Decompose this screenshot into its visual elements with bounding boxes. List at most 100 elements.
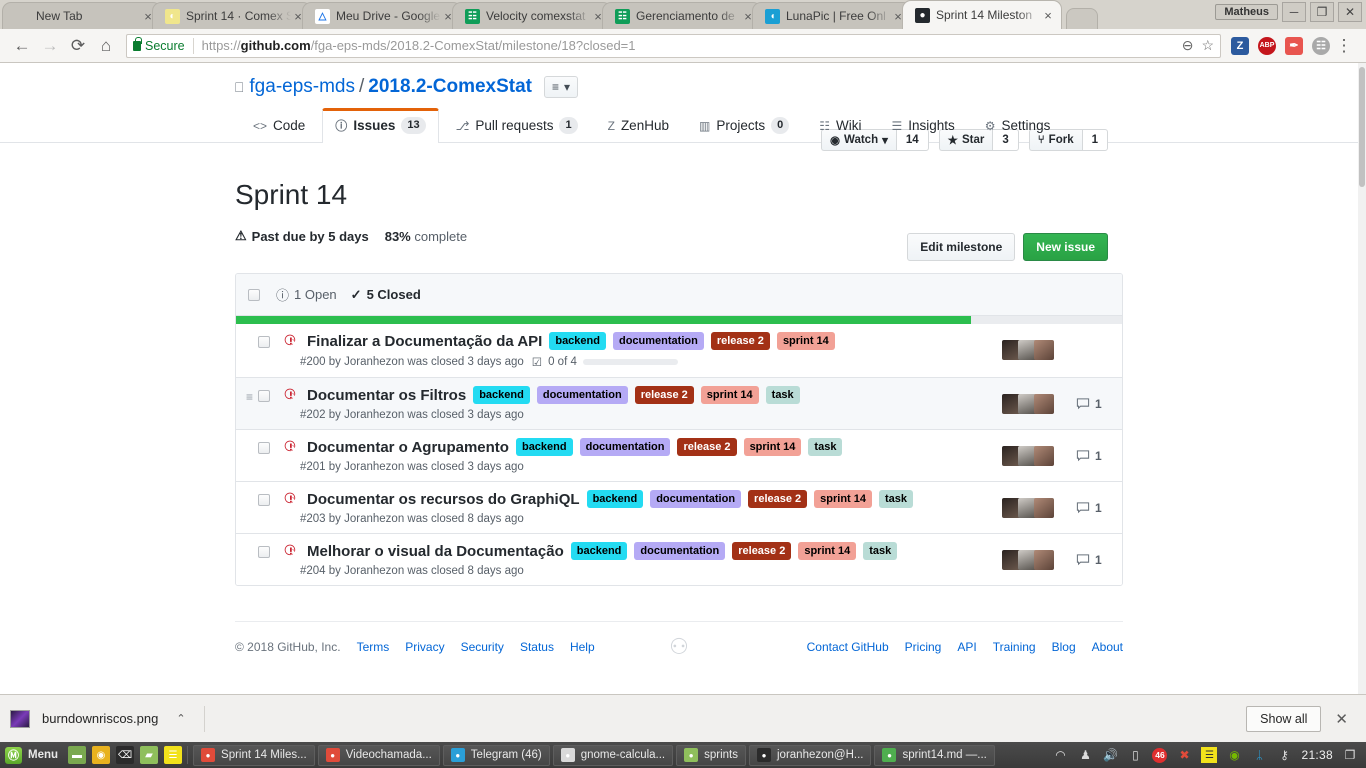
browser-tab[interactable]: ◐ Sprint 14 · Comex S × (152, 2, 312, 29)
nvidia-icon[interactable]: ◉ (1226, 747, 1242, 763)
user-icon[interactable]: ♟ (1077, 747, 1093, 763)
taskbar-window-button[interactable]: ● Telegram (46) (442, 744, 550, 766)
maximize-button[interactable]: ❐ (1310, 2, 1334, 22)
issue-label[interactable]: task (765, 386, 800, 404)
issue-label[interactable]: task (808, 438, 843, 456)
text-editor-icon[interactable]: ☰ (164, 746, 183, 764)
tab-projects[interactable]: ▥ Projects 0 (686, 108, 802, 143)
footer-link-contact-github[interactable]: Contact GitHub (807, 640, 889, 654)
close-download-bar-icon[interactable]: ✕ (1335, 710, 1356, 728)
issue-label[interactable]: backend (515, 438, 573, 456)
fork-count[interactable]: 1 (1081, 129, 1108, 151)
tab-issues[interactable]: ⓘ Issues 13 (322, 108, 439, 143)
taskbar-window-button[interactable]: ● gnome-calcula... (552, 744, 674, 766)
footer-link-terms[interactable]: Terms (357, 640, 390, 654)
issue-label[interactable]: sprint 14 (814, 490, 873, 508)
issue-title-link[interactable]: Documentar os recursos do GraphiQL (307, 491, 580, 508)
issue-comment-count[interactable]: 1 (1076, 449, 1110, 463)
issue-comment-count[interactable]: 1 (1076, 553, 1110, 567)
tab-zenhub[interactable]: Z ZenHub (595, 108, 682, 143)
issue-label[interactable]: release 2 (677, 438, 737, 456)
scrollbar-thumb[interactable] (1359, 67, 1365, 187)
avatar[interactable] (1034, 340, 1054, 360)
avatar[interactable] (1034, 446, 1054, 466)
avatar[interactable] (1034, 498, 1054, 518)
browser-tab[interactable]: △ Meu Drive - Google × (302, 2, 462, 29)
home-button[interactable]: ⌂ (92, 32, 120, 60)
taskbar-window-button[interactable]: ● sprint14.md —... (874, 744, 995, 766)
drag-handle-icon[interactable]: ≡ (246, 386, 258, 404)
tab-insights[interactable]: ☰ Insights (878, 108, 967, 143)
issue-row[interactable]: ≡Documentar o Agrupamentobackenddocument… (236, 430, 1122, 482)
issue-label[interactable]: task (863, 542, 898, 560)
workspace-switcher-icon[interactable]: ❐ (1342, 747, 1358, 763)
issue-checkbox[interactable] (258, 336, 270, 348)
zenhub-extension-icon[interactable]: Z (1231, 36, 1249, 55)
avatar[interactable] (1034, 394, 1054, 414)
tab-wiki[interactable]: ☷ Wiki (806, 108, 874, 143)
browser-tab[interactable]: ◖ LunaPic | Free Onl × (752, 2, 912, 29)
issue-title-link[interactable]: Finalizar a Documentação da API (307, 333, 542, 350)
adblock-plus-icon[interactable]: ABP (1258, 36, 1276, 55)
issue-title-link[interactable]: Documentar os Filtros (307, 387, 466, 404)
footer-link-blog[interactable]: Blog (1052, 640, 1076, 654)
battery-icon[interactable]: ▯ (1127, 747, 1143, 763)
issue-label[interactable]: task (879, 490, 914, 508)
start-menu-button[interactable]: Ⓜ Menu (2, 746, 66, 764)
new-tab-button[interactable] (1066, 8, 1098, 29)
footer-link-privacy[interactable]: Privacy (405, 640, 444, 654)
repo-menu-button[interactable]: ≡ ▾ (544, 76, 579, 98)
address-bar[interactable]: Secure https://github.com/fga-eps-mds/20… (126, 33, 1221, 58)
repo-name-link[interactable]: 2018.2-ComexStat (368, 76, 532, 98)
forward-button[interactable]: → (36, 32, 64, 60)
open-issues-filter[interactable]: ⓘ 1 Open (276, 285, 337, 304)
tab-pull-requests[interactable]: ⎇ Pull requests 1 (443, 108, 591, 143)
closed-issues-filter[interactable]: ✓ 5 Closed (351, 287, 421, 303)
issue-checkbox[interactable] (258, 546, 270, 558)
browser-tab[interactable]: ☷ Gerenciamento de × (602, 2, 762, 29)
grey-extension-icon[interactable]: ☷ (1312, 36, 1330, 55)
notes-icon[interactable]: ☰ (1201, 747, 1218, 763)
issue-label[interactable]: backend (549, 332, 606, 350)
notification-count-badge[interactable]: 46 (1152, 747, 1168, 763)
colorzilla-icon[interactable]: ✒ (1285, 36, 1303, 55)
wifi-icon[interactable]: ◠ (1052, 747, 1068, 763)
issue-label[interactable]: release 2 (710, 332, 770, 350)
close-window-button[interactable]: ✕ (1338, 2, 1362, 22)
download-item[interactable]: burndownriscos.png ⌃ (10, 709, 186, 728)
chevron-up-icon[interactable]: ⌃ (176, 712, 185, 725)
issue-label[interactable]: sprint 14 (700, 386, 759, 404)
issue-row[interactable]: ≡Documentar os recursos do GraphiQLbacke… (236, 482, 1122, 534)
issue-checkbox[interactable] (258, 442, 270, 454)
browser-tab[interactable]: ● Sprint 14 Mileston × (902, 0, 1062, 29)
issue-checkbox[interactable] (258, 390, 270, 402)
show-desktop-icon[interactable]: ▬ (68, 746, 87, 764)
browser-tab[interactable]: New Tab × (2, 2, 162, 29)
assignee-avatars[interactable] (1002, 340, 1054, 360)
repo-owner-link[interactable]: fga-eps-mds (249, 76, 355, 98)
browser-tab[interactable]: ☷ Velocity comexstat × (452, 2, 612, 29)
footer-link-security[interactable]: Security (461, 640, 504, 654)
issue-label[interactable]: backend (473, 386, 530, 404)
footer-link-pricing[interactable]: Pricing (905, 640, 942, 654)
footer-link-training[interactable]: Training (993, 640, 1036, 654)
close-tab-icon[interactable]: × (1041, 8, 1055, 23)
issue-row[interactable]: ≡Melhorar o visual da Documentaçãobacken… (236, 534, 1122, 585)
new-issue-button[interactable]: New issue (1023, 233, 1108, 261)
issue-label[interactable]: sprint 14 (743, 438, 802, 456)
tab-code[interactable]: <> Code (240, 108, 318, 143)
taskbar-window-button[interactable]: ● Sprint 14 Miles... (193, 744, 315, 766)
files-icon[interactable]: ▰ (140, 746, 159, 764)
tab-settings[interactable]: ⚙ Settings (972, 108, 1064, 143)
issue-title-link[interactable]: Melhorar o visual da Documentação (307, 543, 564, 560)
assignee-avatars[interactable] (1002, 394, 1054, 414)
issue-row[interactable]: ≡ Documentar os Filtros backend documentati… (236, 378, 1122, 430)
issue-row[interactable]: ≡Finalizar a Documentação da APIbackendd… (236, 324, 1122, 378)
issue-label[interactable]: backend (586, 490, 644, 508)
avatar[interactable] (1034, 550, 1054, 570)
assignee-avatars[interactable] (1002, 446, 1054, 466)
assignee-avatars[interactable] (1002, 550, 1054, 570)
zoom-icon[interactable]: ⊖ (1182, 37, 1194, 54)
page-scrollbar[interactable] (1358, 63, 1366, 694)
taskbar-window-button[interactable]: ● sprints (676, 744, 746, 766)
